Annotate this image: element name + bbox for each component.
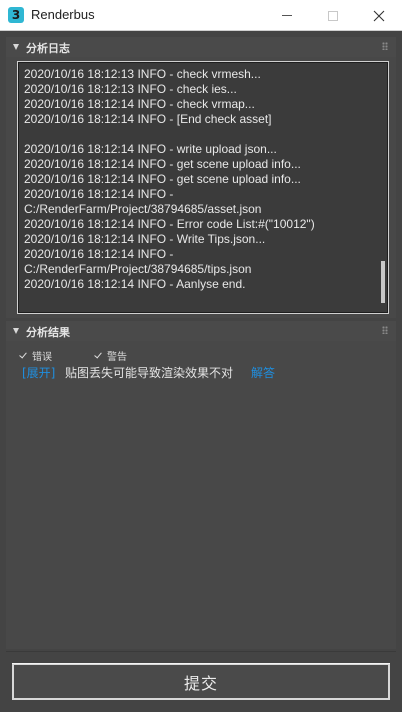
log-line: 2020/10/16 18:12:14 INFO - [End check as… <box>24 112 272 126</box>
log-lines: 2020/10/16 18:12:13 INFO - check vrmesh.… <box>24 67 379 292</box>
expand-link[interactable]: [展开] <box>22 364 55 381</box>
result-panel-header[interactable]: 分析结果 <box>6 321 396 341</box>
log-line: 2020/10/16 18:12:14 INFO - Error code Li… <box>24 217 315 231</box>
log-line: 2020/10/16 18:12:14 INFO - Aanlyse end. <box>24 277 246 291</box>
drag-grip-icon[interactable] <box>382 42 388 50</box>
log-line: 2020/10/16 18:12:13 INFO - check vrmesh.… <box>24 67 261 81</box>
error-filter-checkbox[interactable]: 错误 <box>19 348 52 363</box>
minimize-icon <box>282 15 292 16</box>
result-message: 贴图丢失可能导致渲染效果不对 <box>65 366 234 380</box>
log-line: C:/RenderFarm/Project/38794685/tips.json <box>24 262 252 276</box>
log-line: 2020/10/16 18:12:14 INFO - write upload … <box>24 142 277 156</box>
log-textbox[interactable]: 2020/10/16 18:12:13 INFO - check vrmesh.… <box>17 61 389 314</box>
log-panel-header[interactable]: 分析日志 <box>6 37 396 57</box>
window-title: Renderbus <box>31 7 95 22</box>
log-line: 2020/10/16 18:12:14 INFO - get scene upl… <box>24 172 301 186</box>
log-line: C:/RenderFarm/Project/38794685/asset.jso… <box>24 202 262 216</box>
answer-link[interactable]: 解答 <box>251 364 275 381</box>
result-panel-body <box>6 341 396 649</box>
collapse-triangle-icon <box>13 44 19 50</box>
error-filter-label: 错误 <box>32 352 52 363</box>
log-line: 2020/10/16 18:12:14 INFO - <box>24 187 174 201</box>
close-button[interactable] <box>356 0 402 31</box>
close-icon <box>373 10 385 21</box>
log-line: 2020/10/16 18:12:14 INFO - <box>24 247 174 261</box>
minimize-button[interactable] <box>264 0 310 31</box>
log-scrollbar[interactable] <box>379 65 385 310</box>
warning-filter-checkbox[interactable]: 警告 <box>94 348 127 363</box>
log-line: 2020/10/16 18:12:14 INFO - Write Tips.js… <box>24 232 266 246</box>
title-bar: 3 Renderbus <box>0 0 402 31</box>
log-panel-title: 分析日志 <box>26 42 70 55</box>
collapse-triangle-icon <box>13 328 19 334</box>
divider <box>6 651 396 652</box>
log-line: 2020/10/16 18:12:14 INFO - get scene upl… <box>24 157 301 171</box>
checkmark-icon <box>94 351 103 360</box>
checkmark-icon <box>19 351 28 360</box>
result-panel-title: 分析结果 <box>26 326 70 339</box>
submit-button[interactable]: 提交 <box>12 663 390 700</box>
log-line: 2020/10/16 18:12:13 INFO - check ies... <box>24 82 237 96</box>
warning-filter-label: 警告 <box>107 352 127 363</box>
log-line: 2020/10/16 18:12:14 INFO - check vrmap..… <box>24 97 255 111</box>
drag-grip-icon[interactable] <box>382 326 388 334</box>
maximize-icon <box>328 10 338 21</box>
log-scrollbar-thumb[interactable] <box>381 261 385 303</box>
maximize-button[interactable] <box>310 0 356 31</box>
app-icon: 3 <box>8 7 24 23</box>
log-inner-frame: 2020/10/16 18:12:13 INFO - check vrmesh.… <box>18 62 388 313</box>
